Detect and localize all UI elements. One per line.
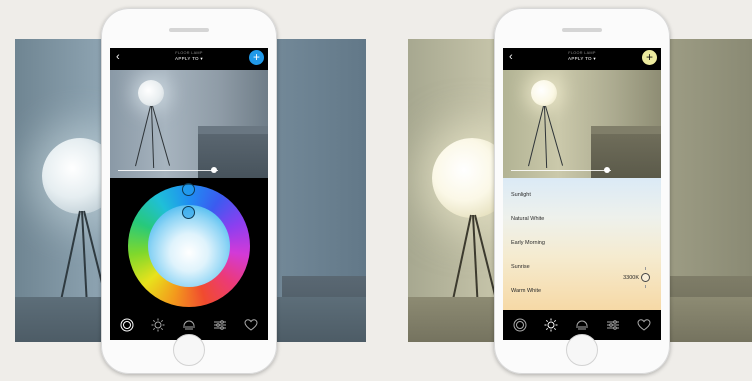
hue-picker-handle[interactable] [182,183,195,196]
temperature-tick [645,267,646,270]
white-presets-panel: Sunlight Natural White Early Morning Sun… [503,178,661,310]
brightness-slider-thumb[interactable] [604,167,610,173]
favorites-heart-tab-icon[interactable] [633,314,655,336]
preview-lamp-globe [531,80,557,106]
color-temperature-value: 3300K [623,275,639,281]
preset-natural-white[interactable]: Natural White [511,216,544,222]
back-chevron-icon[interactable]: ‹ [116,51,120,63]
brightness-slider[interactable] [511,167,611,174]
phone-white-mode: ‹ FLOOR LAMP APPLY TO ▾ + Sunlight Natur… [494,8,670,374]
temperature-selector-knob[interactable] [641,273,650,282]
back-chevron-icon[interactable]: ‹ [509,51,513,63]
nav-bar: ‹ FLOOR LAMP APPLY TO ▾ + [110,48,268,70]
preset-warm-white[interactable]: Warm White [511,288,541,294]
preview-lamp-leg [545,105,564,166]
lamp-preview-photo [110,70,268,178]
preview-lamp-leg [528,105,544,167]
color-wheel-panel [110,178,268,310]
phone-speaker [562,28,602,32]
settings-sliders-tab-icon[interactable] [209,314,231,336]
preview-lamp-globe [138,80,164,106]
white-temperature-tab-icon[interactable] [540,314,562,336]
nav-bar: ‹ FLOOR LAMP APPLY TO ▾ + [503,48,661,70]
settings-sliders-tab-icon[interactable] [602,314,624,336]
phone-speaker [169,28,209,32]
saturation-picker-handle[interactable] [182,206,195,219]
scene-tab-icon[interactable] [571,314,593,336]
favorites-heart-tab-icon[interactable] [240,314,262,336]
color-wheel-tab-icon[interactable] [509,314,531,336]
preset-sunrise[interactable]: Sunrise [511,264,530,270]
apply-to-label: APPLY TO ▾ [568,56,596,61]
color-wheel[interactable] [128,183,250,307]
color-wheel-tab-icon[interactable] [116,314,138,336]
add-button[interactable]: + [249,50,264,65]
phone-home-button [173,334,205,366]
brightness-slider-thumb[interactable] [211,167,217,173]
marketing-stage: ‹ FLOOR LAMP APPLY TO ▾ + ‹ FLOOR LAMP A… [0,0,752,381]
brightness-slider-track[interactable] [511,170,611,171]
preview-lamp-leg [135,105,151,167]
apply-to-menu[interactable]: FLOOR LAMP APPLY TO ▾ [543,51,621,62]
temperature-tick [645,285,646,288]
app-screen: ‹ FLOOR LAMP APPLY TO ▾ + Sunlight Natur… [503,48,661,340]
phone-color-mode: ‹ FLOOR LAMP APPLY TO ▾ + [101,8,277,374]
scene-tab-icon[interactable] [178,314,200,336]
brightness-slider[interactable] [118,167,218,174]
phone-home-button [566,334,598,366]
brightness-slider-track[interactable] [118,170,218,171]
apply-to-label: APPLY TO ▾ [175,56,203,61]
apply-to-menu[interactable]: FLOOR LAMP APPLY TO ▾ [150,51,228,62]
preview-lamp-leg [152,105,171,166]
add-button[interactable]: + [642,50,657,65]
preset-sunlight[interactable]: Sunlight [511,192,531,198]
app-screen: ‹ FLOOR LAMP APPLY TO ▾ + [110,48,268,340]
preset-early-morning[interactable]: Early Morning [511,240,545,246]
white-temperature-tab-icon[interactable] [147,314,169,336]
lamp-preview-photo [503,70,661,178]
